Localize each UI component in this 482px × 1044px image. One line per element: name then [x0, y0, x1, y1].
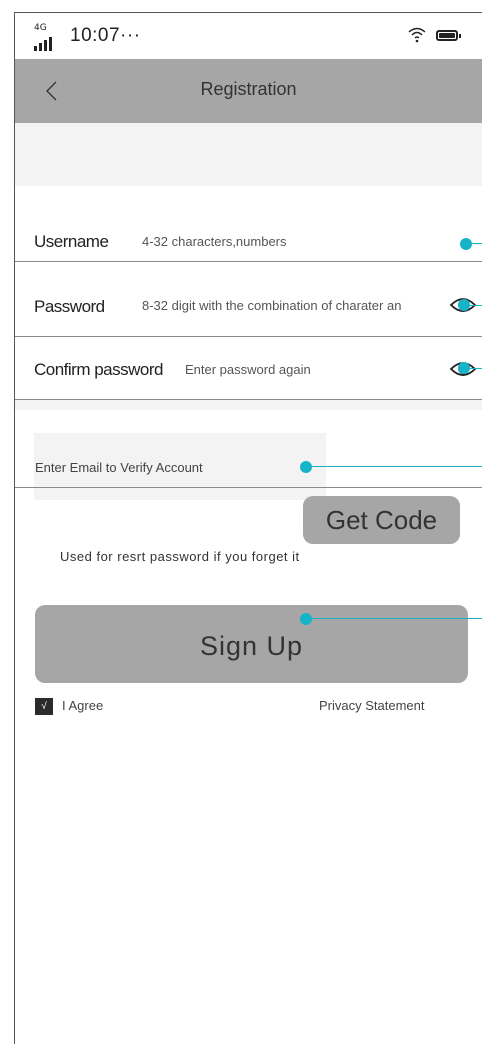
- callout-line: [464, 368, 482, 369]
- callout-line: [466, 243, 482, 244]
- sign-up-button[interactable]: Sign Up: [35, 605, 468, 683]
- password-label: Password: [34, 297, 105, 316]
- callout-dot: [460, 238, 472, 250]
- callout-line: [306, 618, 482, 619]
- divider: [15, 336, 482, 337]
- agree-checkbox[interactable]: √: [35, 698, 53, 715]
- privacy-statement-link[interactable]: Privacy Statement: [319, 698, 425, 713]
- status-bar: 4G 10:07···: [15, 13, 482, 59]
- status-time: 10:07···: [70, 25, 141, 46]
- callout-dot: [300, 461, 312, 473]
- divider: [15, 261, 482, 262]
- confirm-password-input[interactable]: Enter password again: [185, 362, 311, 377]
- page-title: Registration: [200, 79, 297, 99]
- battery-icon: [436, 30, 461, 41]
- callout-dot: [300, 613, 312, 625]
- header-bar: Registration: [15, 59, 482, 123]
- callout-line: [464, 305, 482, 306]
- password-input[interactable]: 8-32 digit with the combination of chara…: [142, 298, 401, 313]
- helper-text: Used for resrt password if you forget it: [60, 549, 300, 564]
- email-input[interactable]: Enter Email to Verify Account: [35, 460, 203, 475]
- callout-line: [306, 466, 482, 467]
- signal-icon: 4G: [34, 23, 58, 51]
- network-type: 4G: [34, 23, 47, 33]
- confirm-password-label: Confirm password: [34, 360, 164, 379]
- username-label: Username: [34, 232, 109, 251]
- username-input[interactable]: 4-32 characters,numbers: [142, 234, 287, 249]
- spacer-band: [15, 123, 482, 186]
- divider: [15, 487, 482, 488]
- spacer-band: [15, 400, 482, 410]
- agree-label: I Agree: [62, 698, 104, 713]
- get-code-button[interactable]: Get Code: [303, 496, 460, 544]
- wifi-icon: [408, 27, 426, 43]
